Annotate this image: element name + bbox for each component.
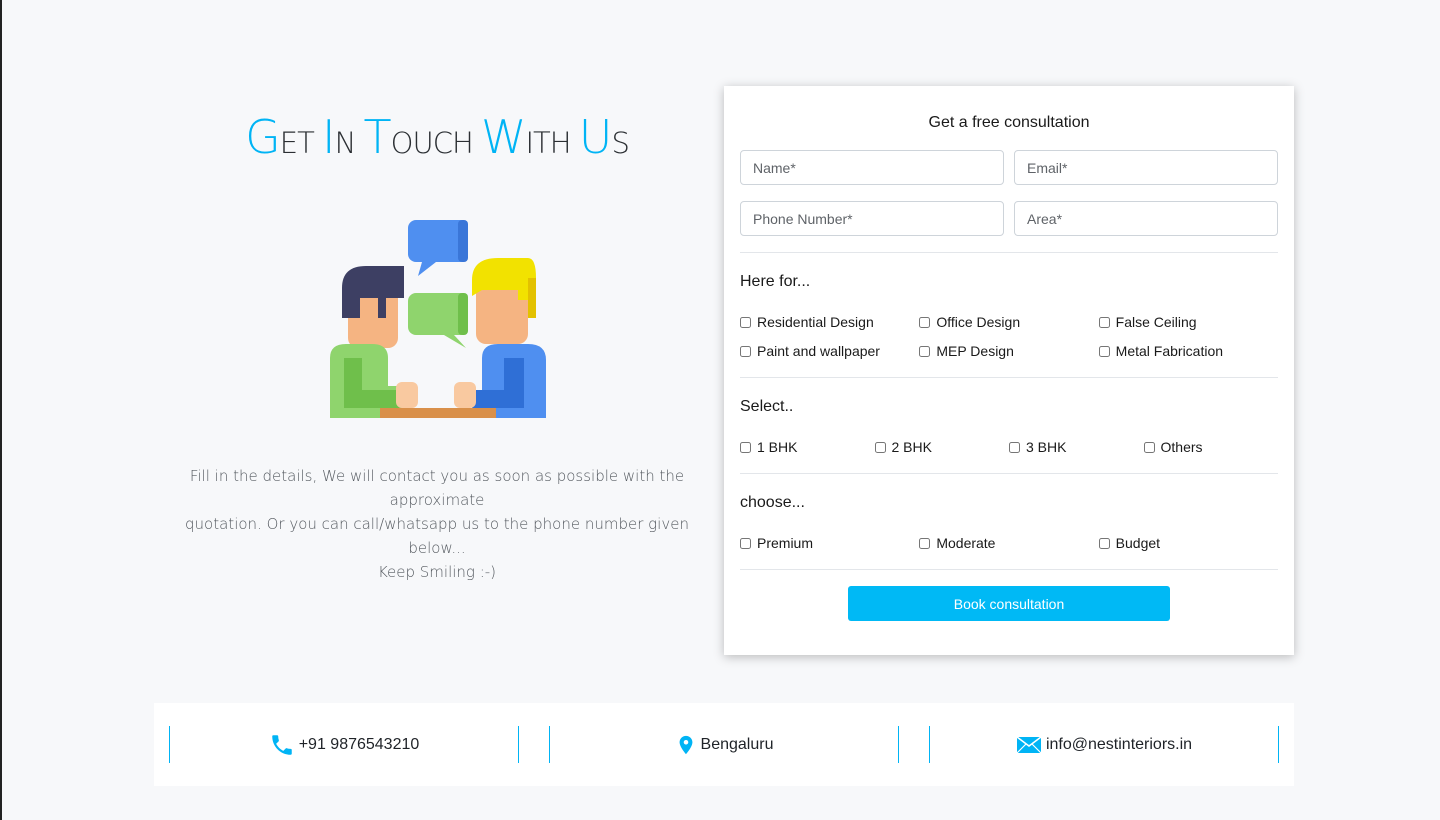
choose-label: choose...	[740, 494, 805, 511]
checkbox[interactable]	[740, 316, 751, 328]
option-paint-wallpaper[interactable]: Paint and wallpaper	[740, 341, 919, 361]
divider	[740, 377, 1278, 378]
checkbox[interactable]	[740, 345, 751, 357]
name-input[interactable]	[740, 150, 1004, 185]
contact-phone[interactable]: +91 9876543210	[169, 726, 519, 763]
checkbox[interactable]	[874, 441, 886, 453]
select-label: Select..	[740, 398, 794, 415]
intro-description: Fill in the details, We will contact you…	[185, 467, 689, 581]
envelope-icon	[1016, 735, 1042, 753]
budget-options: Premium Moderate Budget	[740, 533, 1278, 553]
option-3bhk[interactable]: 3 BHK	[1009, 437, 1144, 457]
checkbox[interactable]	[1009, 441, 1020, 453]
checkbox[interactable]	[919, 345, 931, 357]
contact-email[interactable]: info@nestinteriors.in	[929, 726, 1279, 763]
page-title: GET IN TOUCH WITH US	[245, 110, 630, 164]
contact-location-text: Bengaluru	[700, 735, 774, 753]
checkbox[interactable]	[1098, 537, 1110, 549]
contact-email-text: info@nestinteriors.in	[1045, 735, 1193, 753]
option-others[interactable]: Others	[1143, 437, 1279, 457]
checkbox[interactable]	[1143, 441, 1155, 453]
option-budget[interactable]: Budget	[1098, 533, 1278, 553]
option-1bhk[interactable]: 1 BHK	[740, 437, 875, 457]
option-mep-design[interactable]: MEP Design	[919, 341, 1098, 361]
here-for-options: Residential Design Office Design False C…	[740, 312, 1278, 361]
divider	[740, 252, 1278, 253]
contact-bar: +91 9876543210 Bengaluru info@nestinteri…	[154, 703, 1294, 786]
option-premium[interactable]: Premium	[740, 533, 919, 553]
intro-section: GET IN TOUCH WITH US Fill in the details…	[152, 100, 722, 584]
option-2bhk[interactable]: 2 BHK	[874, 437, 1010, 457]
checkbox[interactable]	[740, 537, 751, 549]
option-residential-design[interactable]: Residential Design	[740, 312, 919, 332]
email-input[interactable]	[1014, 150, 1278, 185]
contact-fields	[740, 150, 1278, 236]
phone-icon	[271, 734, 292, 755]
checkbox[interactable]	[740, 441, 751, 453]
option-office-design[interactable]: Office Design	[919, 312, 1098, 332]
option-moderate[interactable]: Moderate	[919, 533, 1098, 553]
contact-location[interactable]: Bengaluru	[549, 726, 899, 763]
checkbox[interactable]	[1098, 345, 1110, 357]
form-title: Get a free consultation	[928, 114, 1090, 131]
book-consultation-button[interactable]: Book consultation	[848, 586, 1170, 621]
area-input[interactable]	[1014, 201, 1278, 236]
consultation-form: Get a free consultation Here for... Resi…	[724, 86, 1294, 655]
bhk-options: 1 BHK 2 BHK 3 BHK Others	[740, 437, 1278, 457]
location-pin-icon	[679, 735, 692, 754]
checkbox[interactable]	[919, 537, 931, 549]
option-false-ceiling[interactable]: False Ceiling	[1098, 312, 1278, 332]
phone-input[interactable]	[740, 201, 1004, 236]
checkbox[interactable]	[919, 316, 931, 328]
divider	[740, 569, 1278, 570]
option-metal-fabrication[interactable]: Metal Fabrication	[1098, 341, 1278, 361]
contact-phone-text: +91 9876543210	[298, 735, 420, 753]
divider	[740, 473, 1278, 474]
conversation-illustration	[330, 220, 546, 418]
checkbox[interactable]	[1098, 316, 1110, 328]
here-for-label: Here for...	[740, 273, 811, 290]
